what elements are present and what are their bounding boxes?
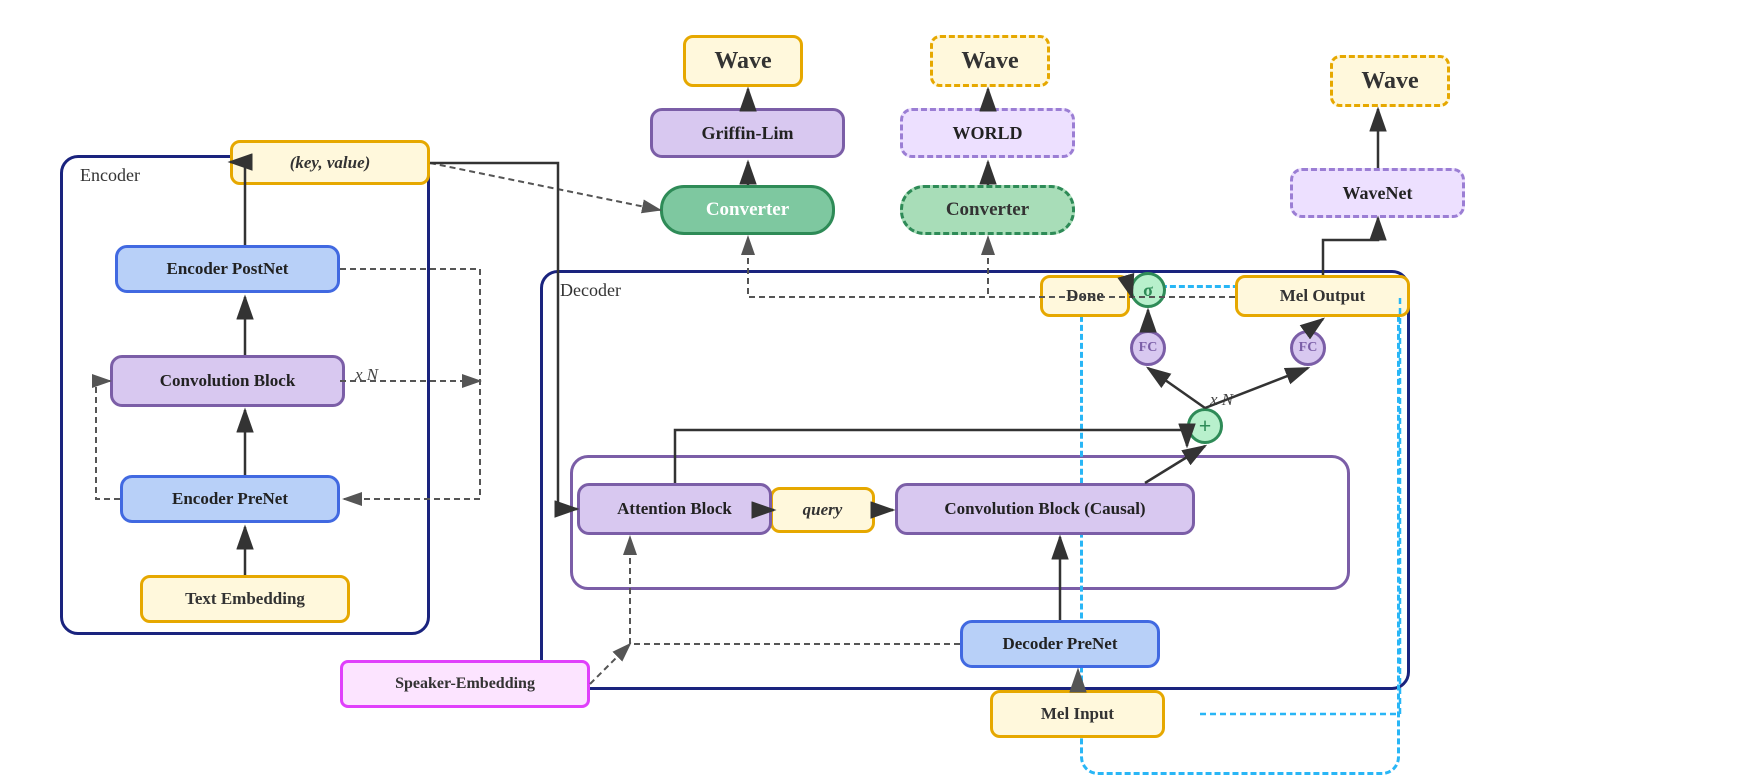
encoder-label: Encoder [80, 165, 140, 186]
plus-circle: + [1187, 408, 1223, 444]
speaker-embedding-box: Speaker-Embedding [340, 660, 590, 708]
wave2-box: Wave [930, 35, 1050, 87]
key-value-box: (key, value) [230, 140, 430, 185]
fc1-circle: FC [1130, 330, 1166, 366]
sigma-circle: σ [1130, 272, 1166, 308]
wavenet-box: WaveNet [1290, 168, 1465, 218]
xn-encoder: x N [355, 365, 378, 385]
world-box: WORLD [900, 108, 1075, 158]
wave3-box: Wave [1330, 55, 1450, 107]
fc2-circle: FC [1290, 330, 1326, 366]
conv-block-enc-box: Convolution Block [110, 355, 345, 407]
conv-block-causal-box: Convolution Block (Causal) [895, 483, 1195, 535]
encoder-postnet-box: Encoder PostNet [115, 245, 340, 293]
query-box: query [770, 487, 875, 533]
decoder-prenet-box: Decoder PreNet [960, 620, 1160, 668]
mel-input-box: Mel Input [990, 690, 1165, 738]
xn-decoder: x N [1210, 390, 1233, 410]
encoder-prenet-box: Encoder PreNet [120, 475, 340, 523]
attention-block-box: Attention Block [577, 483, 772, 535]
wave1-box: Wave [683, 35, 803, 87]
done-box: Done [1040, 275, 1130, 317]
griffin-lim-box: Griffin-Lim [650, 108, 845, 158]
decoder-label: Decoder [560, 280, 621, 301]
converter1-box: Converter [660, 185, 835, 235]
text-embedding-box: Text Embedding [140, 575, 350, 623]
mel-output-box: Mel Output [1235, 275, 1410, 317]
converter2-box: Converter [900, 185, 1075, 235]
diagram: Encoder Text Embedding Encoder PreNet Co… [0, 0, 1748, 758]
